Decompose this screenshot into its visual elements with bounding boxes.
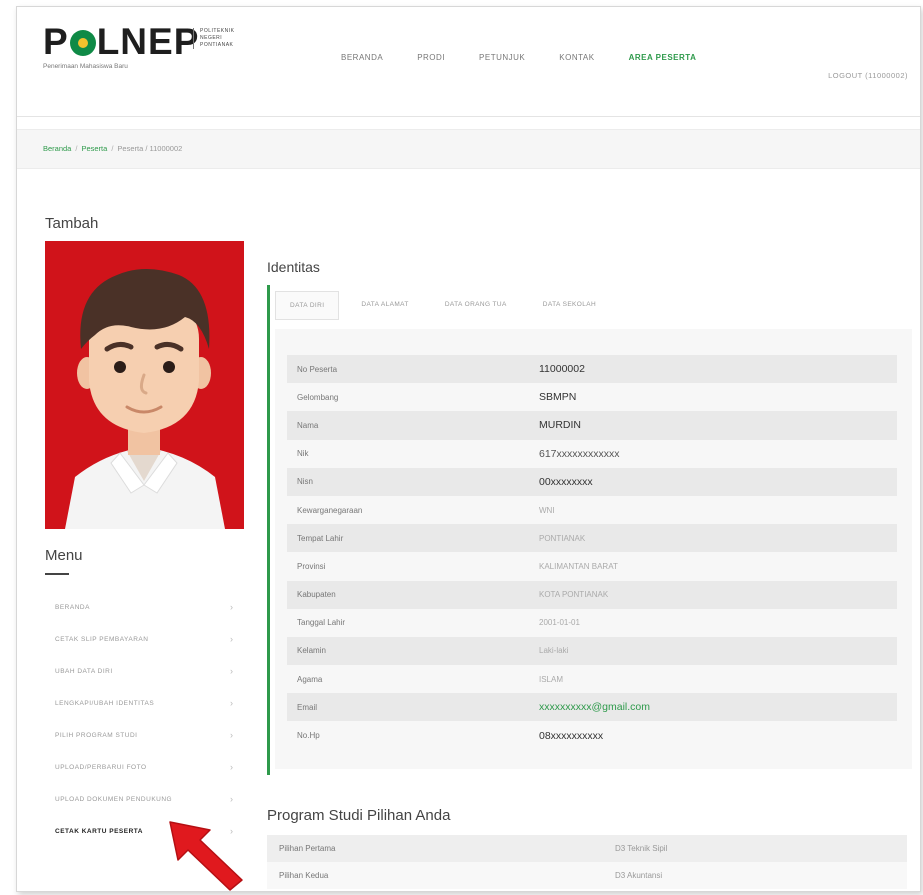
breadcrumb-bar: Beranda / Peserta / Peserta / 11000002 [17, 129, 920, 169]
menu-item-cetak-slip[interactable]: CETAK SLIP PEMBAYARAN › [45, 623, 237, 655]
table-row: Tanggal Lahir 2001-01-01 [287, 608, 897, 637]
chevron-right-icon: › [230, 794, 233, 804]
person-avatar-icon [45, 241, 244, 529]
breadcrumb-beranda[interactable]: Beranda [43, 144, 71, 153]
nav-beranda[interactable]: BERANDA [341, 53, 383, 62]
table-row: Nisn 00xxxxxxxx [287, 467, 897, 496]
table-row: Pilihan Kedua D3 Akuntansi [267, 862, 907, 889]
site-header: P LNEP POLITEKNIK NEGERI PONTIANAK Peneri… [17, 7, 920, 117]
menu-divider [45, 573, 69, 575]
logo-institution: POLITEKNIK NEGERI PONTIANAK [193, 28, 234, 49]
identitas-title: Identitas [267, 259, 320, 275]
tab-data-sekolah[interactable]: DATA SEKOLAH [529, 291, 610, 320]
panel-accent-line [267, 285, 270, 775]
tab-data-orang-tua[interactable]: DATA ORANG TUA [431, 291, 521, 320]
breadcrumb-separator: / [111, 144, 114, 153]
menu-title: Menu [45, 547, 83, 564]
table-row: Agama ISLAM [287, 665, 897, 694]
logo-tagline: Penerimaan Mahasiswa Baru [43, 63, 128, 70]
breadcrumb: Beranda / Peserta / Peserta / 11000002 [43, 144, 182, 153]
menu-item-ubah-data-diri[interactable]: UBAH DATA DIRI › [45, 655, 237, 687]
table-row: Tempat Lahir PONTIANAK [287, 524, 897, 553]
table-row: Email xxxxxxxxxx@gmail.com [287, 693, 897, 722]
browser-page: P LNEP POLITEKNIK NEGERI PONTIANAK Peneri… [16, 6, 921, 892]
tab-data-alamat[interactable]: DATA ALAMAT [347, 291, 422, 320]
logo-emblem-icon [69, 30, 96, 56]
table-row: Nik 617xxxxxxxxxxxx [287, 439, 897, 468]
nav-kontak[interactable]: KONTAK [559, 53, 594, 62]
logout-link[interactable]: LOGOUT (11000002) [828, 71, 908, 80]
breadcrumb-peserta[interactable]: Peserta [81, 144, 107, 153]
table-row: No Peserta 11000002 [287, 355, 897, 384]
menu-item-lengkapi-identitas[interactable]: LENGKAPI/UBAH IDENTITAS › [45, 687, 237, 719]
menu-item-pilih-prodi[interactable]: PILIH PROGRAM STUDI › [45, 719, 237, 751]
table-row: No.Hp 08xxxxxxxxxx [287, 721, 897, 750]
menu-item-beranda[interactable]: BERANDA › [45, 591, 237, 623]
table-row: Kewarganegaraan WNI [287, 495, 897, 525]
identitas-table: No Peserta 11000002 Gelombang SBMPN Nama MU… [287, 355, 897, 750]
menu-item-upload-dokumen[interactable]: UPLOAD DOKUMEN PENDUKUNG › [45, 783, 237, 815]
chevron-right-icon: › [230, 762, 233, 772]
nav-petunjuk[interactable]: PETUNJUK [479, 53, 525, 62]
breadcrumb-current: Peserta / 11000002 [117, 144, 183, 153]
page-title: Tambah [45, 215, 99, 232]
breadcrumb-separator: / [75, 144, 78, 153]
chevron-right-icon: › [230, 698, 233, 708]
tab-data-diri[interactable]: DATA DIRI [275, 291, 340, 320]
red-arrow-icon [169, 821, 243, 891]
table-row: Gelombang SBMPN [287, 383, 897, 412]
side-menu: BERANDA › CETAK SLIP PEMBAYARAN › UBAH DAT… [45, 591, 237, 847]
chevron-right-icon: › [230, 730, 233, 740]
prodi-title: Program Studi Pilihan Anda [267, 807, 451, 824]
nav-area-peserta[interactable]: AREA PESERTA [629, 53, 697, 62]
table-row: Provinsi KALIMANTAN BARAT [287, 552, 897, 581]
table-row: Nama MURDIN [287, 411, 897, 440]
chevron-right-icon: › [230, 634, 233, 644]
polnep-logo[interactable]: P LNEP POLITEKNIK NEGERI PONTIANAK Peneri… [43, 21, 234, 71]
logo-wordmark: P LNEP [43, 21, 200, 62]
menu-item-upload-foto[interactable]: UPLOAD/PERBARUI FOTO › [45, 751, 237, 783]
identitas-panel: DATA DIRI DATA ALAMAT DATA ORANG TUA DAT… [267, 285, 912, 775]
table-row: Kelamin Laki-laki [287, 636, 897, 666]
chevron-right-icon: › [230, 666, 233, 676]
prodi-table: Pilihan Pertama D3 Teknik Sipil Pilihan K… [267, 835, 907, 889]
main-nav: BERANDA PRODI PETUNJUK KONTAK AREA PESER… [341, 53, 696, 62]
table-row: Kabupaten KOTA PONTIANAK [287, 580, 897, 609]
identitas-tabs: DATA DIRI DATA ALAMAT DATA ORANG TUA DAT… [275, 291, 610, 320]
chevron-right-icon: › [230, 602, 233, 612]
table-row: Pilihan Pertama D3 Teknik Sipil [267, 835, 907, 862]
nav-prodi[interactable]: PRODI [417, 53, 445, 62]
tab-content-data-diri: No Peserta 11000002 Gelombang SBMPN Nama MU… [275, 329, 912, 769]
